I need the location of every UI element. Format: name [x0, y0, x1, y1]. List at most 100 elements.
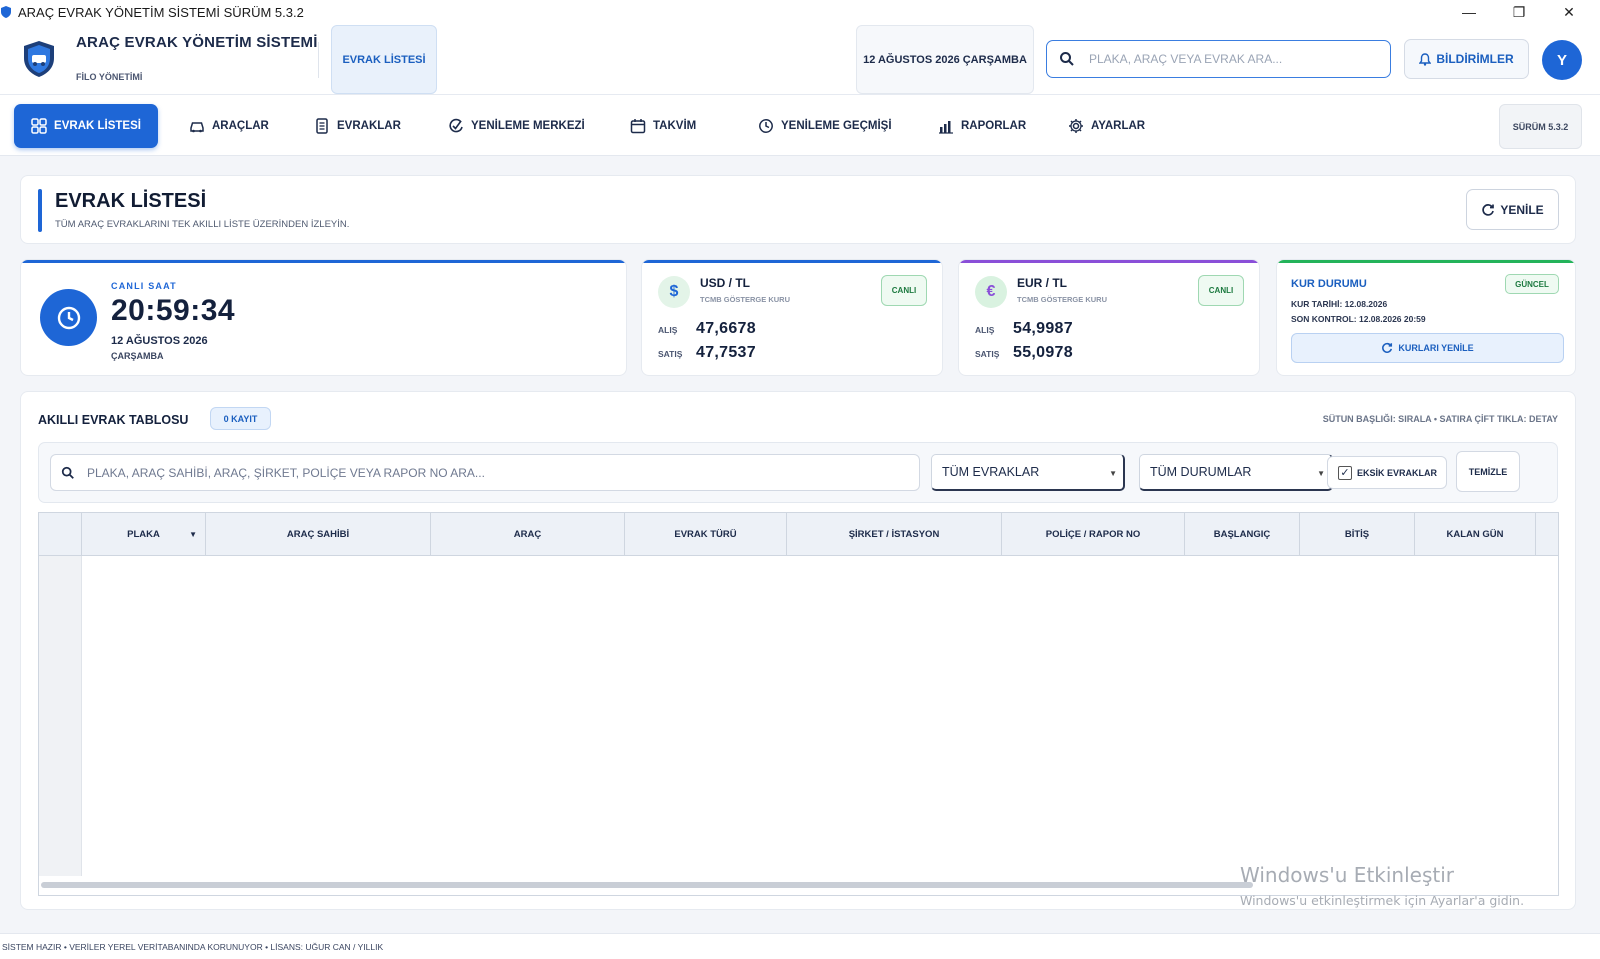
- missing-docs-toggle[interactable]: ✓ EKSİK EVRAKLAR: [1327, 456, 1447, 489]
- nav-label: EVRAKLAR: [337, 120, 401, 132]
- nav-item-araclar[interactable]: ARAÇLAR: [189, 104, 269, 148]
- usd-buy-label: ALIŞ: [658, 325, 678, 335]
- column-header-arac[interactable]: ARAÇ: [431, 513, 625, 556]
- version-chip: SÜRÜM 5.3.2: [1499, 104, 1582, 149]
- clear-filters-button[interactable]: TEMİZLE: [1456, 451, 1520, 492]
- header-divider: [318, 42, 319, 78]
- grid-icon: [31, 118, 47, 134]
- nav-label: EVRAK LİSTESİ: [54, 120, 141, 132]
- notifications-label: BİLDİRİMLER: [1436, 52, 1514, 66]
- nav-item-yenileme-merkezi[interactable]: YENİLEME MERKEZİ: [448, 104, 585, 148]
- usd-name: USD / TL: [700, 276, 750, 290]
- clock-label: CANLI SAAT: [111, 281, 177, 291]
- document-grid: PLAKA ▼ ARAÇ SAHİBİ ARAÇ EVRAK TÜRÜ ŞİRK…: [38, 512, 1559, 896]
- nav-item-raporlar[interactable]: RAPORLAR: [938, 104, 1026, 148]
- rate-date: KUR TARİHİ: 12.08.2026: [1291, 299, 1388, 309]
- car-icon: [190, 122, 204, 133]
- page-subtitle: TÜM ARAÇ EVRAKLARINI TEK AKILLI LİSTE ÜZ…: [55, 219, 350, 230]
- usd-card-accent: [642, 260, 942, 263]
- usd-sell-label: SATIŞ: [658, 349, 683, 359]
- column-header-police[interactable]: POLİÇE / RAPOR NO: [1002, 513, 1185, 556]
- brand-title: ARAÇ EVRAK YÖNETİM SİSTEMİ: [76, 34, 318, 51]
- app-header: ARAÇ EVRAK YÖNETİM SİSTEMİ FİLO YÖNETİMİ…: [0, 24, 1600, 95]
- grid-corner: [39, 513, 82, 556]
- table-title: AKILLI EVRAK TABLOSU: [38, 413, 189, 427]
- user-avatar[interactable]: Y: [1542, 40, 1582, 80]
- nav-label: TAKVİM: [653, 120, 697, 132]
- window-titlebar: ARAÇ EVRAK YÖNETİM SİSTEMİ SÜRÜM 5.3.2 —…: [0, 0, 1600, 24]
- column-header-kalan-gun[interactable]: KALAN GÜN: [1415, 513, 1536, 556]
- column-header-plaka[interactable]: PLAKA ▼: [82, 513, 206, 556]
- gear-icon: [1069, 119, 1083, 133]
- eur-live-badge: CANLI: [1198, 275, 1244, 306]
- chevron-down-icon: ▼: [1109, 469, 1117, 478]
- rate-status-title: KUR DURUMU: [1291, 278, 1367, 290]
- column-header-bitis[interactable]: BİTİŞ: [1300, 513, 1415, 556]
- calendar-icon: [630, 119, 646, 134]
- page-accent-bar: [38, 189, 42, 232]
- nav-item-yenileme-gecmisi[interactable]: YENİLEME GEÇMİŞİ: [758, 104, 892, 148]
- table-search-input[interactable]: [87, 465, 887, 480]
- column-header-baslangic[interactable]: BAŞLANGIÇ: [1185, 513, 1300, 556]
- usd-live-badge: CANLI: [881, 275, 927, 306]
- notifications-button[interactable]: BİLDİRİMLER: [1404, 39, 1529, 79]
- eur-source: TCMB GÖSTERGE KURU: [1017, 295, 1107, 304]
- nav-label: ARAÇLAR: [212, 120, 269, 132]
- nav-item-ayarlar[interactable]: AYARLAR: [1068, 104, 1145, 148]
- smart-document-table-panel: AKILLI EVRAK TABLOSU 0 KAYIT SÜTUN BAŞLI…: [20, 391, 1576, 910]
- eur-buy-label: ALIŞ: [975, 325, 995, 335]
- global-search-input[interactable]: [1089, 52, 1379, 66]
- header-active-tab[interactable]: EVRAK LİSTESİ: [331, 25, 437, 94]
- status-value: TÜM DURUMLAR: [1150, 465, 1252, 479]
- clock-date: 12 AĞUSTOS 2026: [111, 335, 208, 347]
- clock-card: CANLI SAAT 20:59:34 12 AĞUSTOS 2026 ÇARŞ…: [20, 259, 627, 376]
- clock-icon-badge: [40, 289, 97, 346]
- bar-chart-icon: [939, 121, 953, 134]
- clock-icon: [57, 306, 80, 329]
- document-type-select[interactable]: TÜM EVRAKLAR ▼: [931, 454, 1125, 491]
- app-shield-icon: [1, 6, 11, 18]
- dollar-icon: $: [658, 276, 690, 308]
- window-title: ARAÇ EVRAK YÖNETİM SİSTEMİ SÜRÜM 5.3.2: [18, 4, 304, 20]
- column-header-arac-sahibi[interactable]: ARAÇ SAHİBİ: [206, 513, 431, 556]
- restore-button[interactable]: ❐: [1496, 0, 1542, 24]
- nav-item-takvim[interactable]: TAKVİM: [630, 104, 696, 148]
- eur-card-accent: [959, 260, 1259, 263]
- global-search[interactable]: [1046, 40, 1391, 78]
- refresh-button[interactable]: YENİLE: [1466, 189, 1559, 230]
- close-button[interactable]: ✕: [1546, 0, 1592, 24]
- main-nav: EVRAK LİSTESİ ARAÇLAR EVRAKLAR YENİLEME …: [0, 95, 1600, 156]
- brand-subtitle: FİLO YÖNETİMİ: [76, 72, 143, 82]
- filter-bar: TÜM EVRAKLAR ▼ TÜM DURUMLAR ▼ ✓ EKSİK EV…: [38, 442, 1558, 503]
- usd-rate-card: $ USD / TL TCMB GÖSTERGE KURU CANLI ALIŞ…: [641, 259, 943, 376]
- nav-label: YENİLEME GEÇMİŞİ: [781, 120, 892, 132]
- chevron-down-icon: ▼: [1317, 469, 1325, 478]
- usd-source: TCMB GÖSTERGE KURU: [700, 295, 790, 304]
- missing-docs-label: EKSİK EVRAKLAR: [1357, 467, 1438, 478]
- nav-item-evraklar[interactable]: EVRAKLAR: [314, 104, 401, 148]
- clock-day: ÇARŞAMBA: [111, 351, 164, 361]
- document-type-value: TÜM EVRAKLAR: [942, 465, 1040, 479]
- table-search[interactable]: [50, 454, 920, 491]
- eur-rate-card: € EUR / TL TCMB GÖSTERGE KURU CANLI ALIŞ…: [958, 259, 1260, 376]
- row-header-column: [39, 556, 82, 876]
- missing-docs-checkbox[interactable]: ✓: [1338, 465, 1352, 480]
- refresh-rates-button[interactable]: KURLARI YENİLE: [1291, 333, 1564, 363]
- eur-sell-label: SATIŞ: [975, 349, 1000, 359]
- sort-desc-icon: ▼: [189, 530, 197, 539]
- status-select[interactable]: TÜM DURUMLAR ▼: [1139, 454, 1333, 491]
- column-header-evrak-turu[interactable]: EVRAK TÜRÜ: [625, 513, 787, 556]
- column-header-sirket[interactable]: ŞİRKET / İSTASYON: [787, 513, 1002, 556]
- minimize-button[interactable]: —: [1446, 0, 1492, 24]
- refresh-rates-label: KURLARI YENİLE: [1398, 343, 1474, 353]
- nav-item-evrak-listesi[interactable]: EVRAK LİSTESİ: [14, 104, 158, 148]
- search-icon: [61, 466, 74, 479]
- activation-watermark-title: Windows'u Etkinleştir: [1240, 863, 1455, 887]
- horizontal-scrollbar[interactable]: [41, 882, 1253, 888]
- status-bar: SİSTEM HAZIR • VERİLER YEREL VERİTABANIN…: [0, 933, 1600, 959]
- refresh-icon: [1482, 203, 1495, 216]
- document-icon: [316, 118, 328, 134]
- nav-label: AYARLAR: [1091, 120, 1146, 132]
- record-count-badge: 0 KAYIT: [210, 407, 271, 430]
- page-header-card: EVRAK LİSTESİ TÜM ARAÇ EVRAKLARINI TEK A…: [20, 175, 1576, 244]
